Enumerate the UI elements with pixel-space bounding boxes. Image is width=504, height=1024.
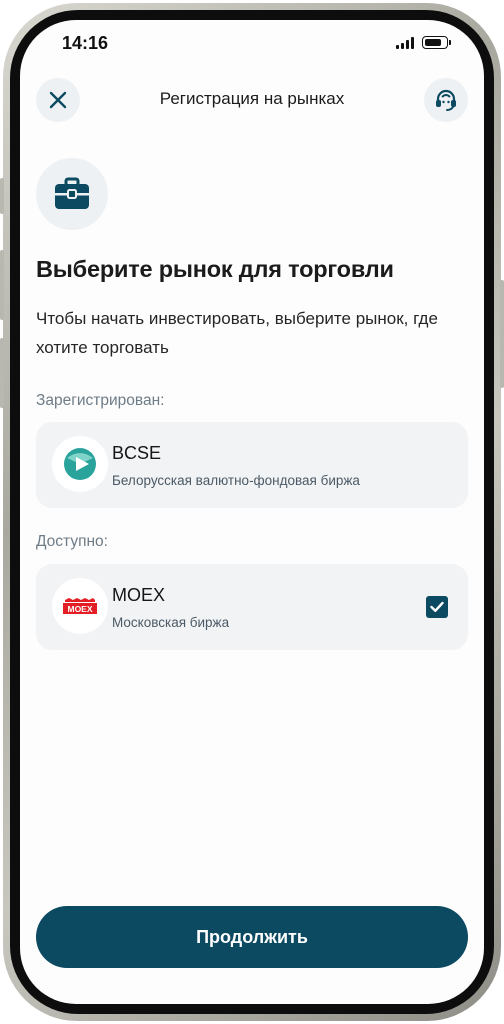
briefcase-icon — [55, 177, 89, 209]
status-icons — [396, 36, 451, 49]
side-button-mute — [0, 178, 4, 214]
page-description: Чтобы начать инвестировать, выберите рын… — [36, 309, 438, 357]
market-subtitle: Белорусская валютно-фондовая биржа — [112, 473, 360, 488]
side-button-volume-up — [0, 250, 4, 320]
market-name: BCSE — [112, 443, 162, 463]
market-card-bcse[interactable]: BCSE Белорусская валютно-фондовая биржа — [36, 422, 468, 508]
market-name: MOEX — [112, 585, 166, 605]
side-button-power — [500, 280, 504, 388]
header: Регистрация на рынках — [20, 78, 484, 126]
briefcase-hero — [36, 158, 108, 230]
header-title: Регистрация на рынках — [159, 89, 345, 108]
side-button-volume-down — [0, 338, 4, 408]
market-subtitle: Московская биржа — [112, 615, 230, 630]
continue-button[interactable]: Продолжить — [36, 906, 468, 968]
section-label-available: Доступно: — [36, 533, 108, 550]
market-select-checkbox[interactable] — [426, 596, 448, 618]
headset-support-icon — [436, 89, 456, 111]
cellular-signal-icon — [396, 36, 414, 49]
checkmark-icon — [430, 601, 444, 612]
section-label-registered: Зарегистрирован: — [36, 392, 165, 409]
page-title: Выберите рынок для торговли — [36, 256, 394, 282]
market-card-moex[interactable]: MOEX MOEX Московская биржа — [36, 564, 468, 650]
moex-logo-text: MOEX — [67, 604, 92, 614]
app-screen: 14:16 Регистрация на рынках Выберите рын… — [20, 20, 484, 1004]
status-bar: 14:16 — [20, 20, 484, 70]
support-button[interactable] — [424, 78, 468, 122]
status-time: 14:16 — [62, 33, 109, 53]
moex-logo-icon: MOEX — [52, 578, 108, 634]
bcse-logo-icon — [52, 436, 108, 492]
battery-icon — [422, 36, 451, 49]
